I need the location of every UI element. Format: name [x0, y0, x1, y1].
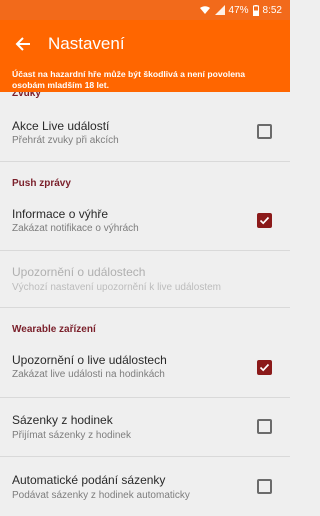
- setting-live-event-actions[interactable]: Akce Live událostí Přehrát zvuky při akc…: [0, 106, 290, 158]
- setting-subtitle: Výchozí nastavení upozornění k live udál…: [12, 282, 222, 293]
- app-bar: Nastavení: [0, 20, 290, 68]
- checkbox-watch-bets[interactable]: [257, 419, 272, 434]
- status-bar: 47% 8:52: [0, 0, 290, 20]
- section-header-wearable: Wearable zařízení: [12, 324, 96, 335]
- setting-auto-submit[interactable]: Automatické podání sázenky Podávat sázen…: [0, 457, 290, 516]
- page-title: Nastavení: [48, 34, 125, 53]
- divider: [0, 307, 290, 308]
- checkbox-live-alerts-watch[interactable]: [257, 360, 272, 375]
- signal-icon: [214, 5, 225, 15]
- checkbox-auto-submit[interactable]: [257, 479, 272, 494]
- setting-title: Informace o výhře: [12, 207, 109, 221]
- section-header-push: Push zprávy: [12, 178, 71, 189]
- check-icon: [259, 216, 270, 225]
- setting-subtitle: Přehrát zvuky při akcích: [12, 135, 119, 146]
- setting-subtitle: Přijímat sázenky z hodinek: [12, 430, 131, 441]
- back-button[interactable]: [0, 20, 46, 68]
- setting-title: Akce Live událostí: [12, 119, 110, 133]
- setting-watch-bets[interactable]: Sázenky z hodinek Přijímat sázenky z hod…: [0, 398, 290, 455]
- check-icon: [259, 363, 270, 372]
- wifi-icon: [199, 6, 210, 14]
- arrow-left-icon: [15, 37, 30, 51]
- divider: [0, 161, 290, 162]
- checkbox-win-info[interactable]: [257, 213, 272, 228]
- battery-icon: [252, 4, 259, 16]
- checkbox-live-event-actions[interactable]: [257, 124, 272, 139]
- setting-title: Upozornění o live událostech: [12, 353, 167, 367]
- clock: 8:52: [262, 4, 282, 16]
- setting-title: Upozornění o událostech: [12, 265, 146, 279]
- setting-subtitle: Podávat sázenky z hodinek automaticky: [12, 490, 190, 501]
- battery-percent: 47%: [228, 4, 249, 16]
- setting-title: Sázenky z hodinek: [12, 413, 113, 427]
- setting-win-info[interactable]: Informace o výhře Zakázat notifikace o v…: [0, 195, 290, 249]
- setting-live-alerts-watch[interactable]: Upozornění o live událostech Zakázat liv…: [0, 341, 290, 395]
- gambling-warning-banner: Účast na hazardní hře může být škodlivá …: [0, 68, 290, 92]
- setting-event-alerts: Upozornění o událostech Výchozí nastaven…: [0, 251, 290, 305]
- setting-title: Automatické podání sázenky: [12, 473, 166, 487]
- setting-subtitle: Zakázat notifikace o výhrách: [12, 223, 139, 234]
- setting-subtitle: Zakázat live události na hodinkách: [12, 369, 165, 380]
